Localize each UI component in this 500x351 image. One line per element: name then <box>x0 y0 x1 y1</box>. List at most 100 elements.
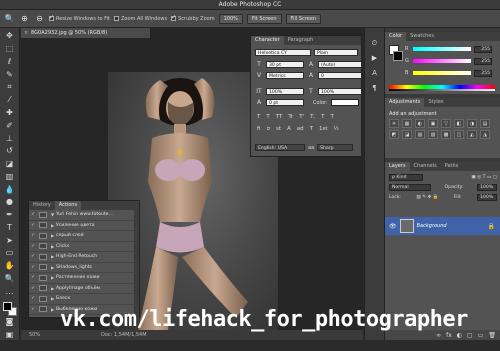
tab-adjustments[interactable]: Adjustments <box>385 98 425 107</box>
layer-style-icon[interactable]: fx <box>446 332 452 339</box>
expand-triangle-icon[interactable]: ▶ <box>49 275 56 280</box>
kerning-field[interactable]: Metrics <box>266 72 304 79</box>
adjustment-icon[interactable]: ▦ <box>402 119 412 128</box>
font-style-select[interactable]: Plain <box>314 49 358 56</box>
expand-triangle-icon[interactable]: ▼ <box>49 212 56 217</box>
fill-field[interactable]: 100% <box>476 194 497 201</box>
actions-scrollbar[interactable] <box>134 210 139 318</box>
trash-icon[interactable]: 🗑 <box>488 332 496 339</box>
action-item[interactable]: ✓ ▶ Блеск <box>29 294 139 305</box>
leading-field[interactable]: (Auto) <box>318 61 362 68</box>
tab-paragraph[interactable]: Paragraph <box>284 36 318 45</box>
eyedropper-tool-icon[interactable]: ⁄ <box>3 95 17 106</box>
dialog-toggle-icon[interactable] <box>39 222 47 229</box>
layer-row-background[interactable]: 👁 Background 🔒 <box>385 217 500 235</box>
background-color-preview[interactable] <box>393 51 403 61</box>
expand-triangle-icon[interactable]: ▶ <box>49 223 56 228</box>
dialog-toggle-icon[interactable] <box>39 295 47 302</box>
path-select-tool-icon[interactable]: ➤ <box>3 235 17 246</box>
adjustment-icon[interactable]: ▤ <box>480 119 490 128</box>
check-icon[interactable]: ✓ <box>29 254 37 259</box>
healing-brush-tool-icon[interactable]: ✚ <box>3 108 17 119</box>
quick-select-tool-icon[interactable]: ✎ <box>3 69 17 80</box>
dialog-toggle-icon[interactable] <box>39 211 47 218</box>
more-tools-icon[interactable]: … <box>3 286 17 297</box>
check-icon[interactable]: ✓ <box>29 223 37 228</box>
history-brush-tool-icon[interactable]: ↺ <box>3 146 17 157</box>
action-item[interactable]: ✓ ▶ ApplyImage объём <box>29 284 139 294</box>
expand-triangle-icon[interactable]: ▶ <box>49 265 56 270</box>
dialog-toggle-icon[interactable] <box>39 285 47 292</box>
character-panel-icon[interactable]: A <box>369 68 381 78</box>
adjustment-icon[interactable]: ☀ <box>389 119 399 128</box>
adjustment-icon[interactable]: ◐ <box>415 119 425 128</box>
tab-channels[interactable]: Channels <box>410 162 441 171</box>
adjustment-icon[interactable]: ◫ <box>454 130 464 139</box>
check-icon[interactable]: ✓ <box>29 286 37 291</box>
fit-screen-button[interactable]: Fit Screen <box>246 13 282 24</box>
marquee-tool-icon[interactable]: ⬚ <box>3 44 17 55</box>
check-icon[interactable]: ✓ <box>29 265 37 270</box>
tab-paths[interactable]: Paths <box>441 162 463 171</box>
screen-mode-icon[interactable]: ▣ <box>3 329 17 340</box>
eraser-tool-icon[interactable]: ◪ <box>3 159 17 170</box>
check-icon[interactable]: ✓ <box>29 275 37 280</box>
expand-triangle-icon[interactable]: ▶ <box>49 233 56 238</box>
layer-filter-select[interactable]: ρ Kind <box>389 174 423 181</box>
resize-windows-checkbox[interactable]: Resize Windows to Fit <box>49 14 110 22</box>
fractions-button[interactable]: ½ <box>334 126 339 132</box>
color-swatches[interactable] <box>2 302 17 317</box>
adjustment-icon[interactable]: ◩ <box>389 130 399 139</box>
red-slider-track[interactable] <box>413 47 471 51</box>
dialog-toggle-icon[interactable] <box>39 264 47 271</box>
filter-icons[interactable]: ▣ ◎ T ▭ ▢ <box>471 175 497 180</box>
zoom-tool-icon[interactable]: 🔍 <box>3 274 17 285</box>
text-color-swatch[interactable] <box>330 99 359 106</box>
zoom-out-icon[interactable]: ⊖ <box>34 13 45 24</box>
dialog-toggle-icon[interactable] <box>39 274 47 281</box>
crop-tool-icon[interactable]: ⌗ <box>3 82 17 93</box>
dodge-tool-icon[interactable]: ● <box>3 197 17 208</box>
opacity-field[interactable]: 100% <box>476 184 497 191</box>
font-family-select[interactable]: Helvetica CY <box>255 49 311 56</box>
strikethrough-button[interactable]: T <box>331 114 334 120</box>
dialog-toggle-icon[interactable] <box>39 306 47 313</box>
blue-slider[interactable]: B 255 <box>405 69 497 77</box>
paragraph-panel-icon[interactable]: ¶ <box>369 83 381 93</box>
expand-triangle-icon[interactable]: ▶ <box>49 254 56 259</box>
action-item[interactable]: ✓ ▶ серый слой <box>29 231 139 242</box>
check-icon[interactable]: ✓ <box>29 212 37 217</box>
green-slider[interactable]: G 255 <box>405 57 497 65</box>
check-icon[interactable]: ✓ <box>29 233 37 238</box>
eye-icon[interactable]: 👁 <box>389 223 397 230</box>
small-caps-button[interactable]: Tr <box>288 114 293 120</box>
faux-bold-button[interactable]: T <box>257 114 260 120</box>
link-layers-icon[interactable]: ∞ <box>436 332 441 339</box>
all-caps-button[interactable]: TT <box>276 114 283 120</box>
expand-triangle-icon[interactable]: ▶ <box>49 244 56 249</box>
new-group-icon[interactable]: ▢ <box>467 332 473 339</box>
tracking-field[interactable]: 0 <box>318 72 362 79</box>
fill-screen-button[interactable]: Fill Screen <box>285 13 322 24</box>
close-icon[interactable]: × <box>24 28 28 38</box>
red-value[interactable]: 255 <box>474 45 492 53</box>
blur-tool-icon[interactable]: 💧 <box>3 184 17 195</box>
blue-slider-track[interactable] <box>413 71 471 75</box>
baseline-shift-field[interactable]: 0 pt <box>266 99 304 106</box>
adjustment-icon[interactable]: ◑ <box>467 119 477 128</box>
tab-layers[interactable]: Layers <box>385 162 410 171</box>
gradient-tool-icon[interactable]: ▥ <box>3 171 17 182</box>
vertical-scale-field[interactable]: 100% <box>266 88 304 95</box>
tab-swatches[interactable]: Swatches <box>406 32 438 41</box>
action-item[interactable]: ✓ ▶ High-End Retouch <box>29 252 139 263</box>
pen-tool-icon[interactable]: ✒ <box>3 210 17 221</box>
scrubby-zoom-checkbox[interactable]: Scrubby Zoom <box>171 14 215 22</box>
dialog-toggle-icon[interactable] <box>39 243 47 250</box>
color-spectrum[interactable] <box>389 85 495 91</box>
check-icon[interactable]: ✓ <box>29 296 37 301</box>
action-item[interactable]: ✓ ▶ Clicks <box>29 242 139 252</box>
superscript-button[interactable]: T' <box>299 114 304 120</box>
tab-actions[interactable]: Actions <box>54 201 82 210</box>
horizontal-scale-field[interactable]: 100% <box>318 88 362 95</box>
adjustment-icon[interactable]: ▧ <box>415 130 425 139</box>
